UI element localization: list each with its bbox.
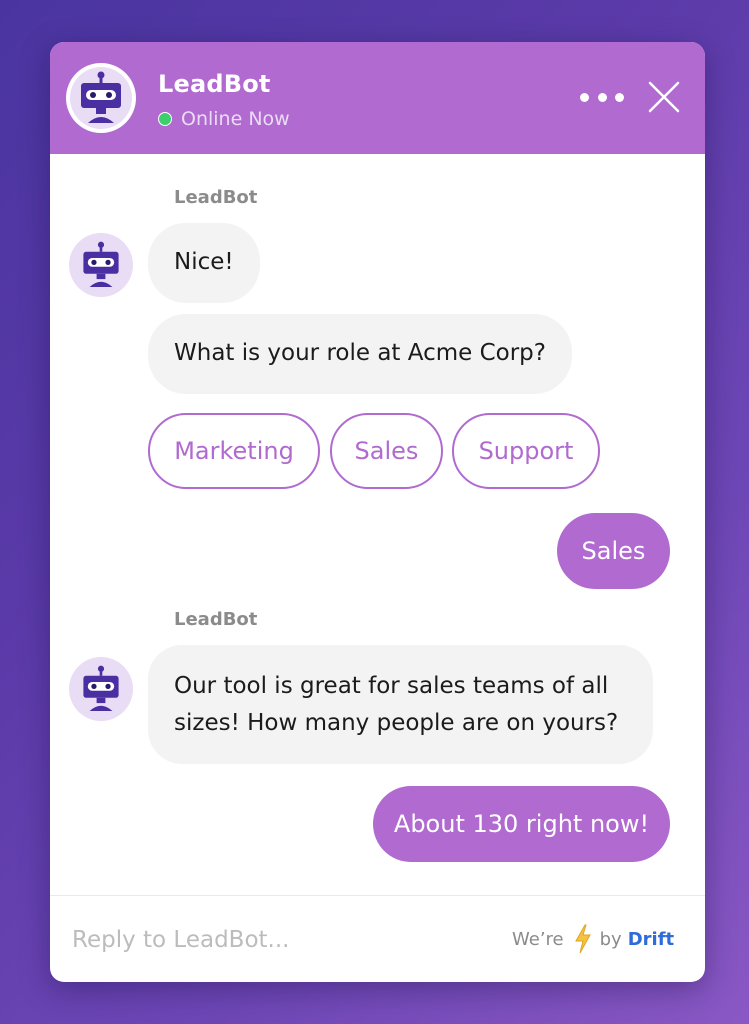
robot-icon bbox=[83, 241, 119, 287]
bot-avatar bbox=[69, 657, 133, 721]
user-message: Sales bbox=[557, 513, 670, 589]
reply-input[interactable] bbox=[72, 918, 492, 962]
online-dot-icon bbox=[158, 112, 172, 126]
online-status: Online Now bbox=[158, 108, 290, 130]
chat-widget: LeadBot Online Now LeadBot Nice! What is… bbox=[50, 42, 705, 982]
option-sales-button[interactable]: Sales bbox=[330, 413, 443, 489]
drift-branding-link[interactable]: We’re by Drift bbox=[512, 924, 674, 954]
more-options-button[interactable] bbox=[580, 84, 624, 110]
bot-message-line: sizes! How many people are on yours? bbox=[174, 710, 619, 736]
sender-label: LeadBot bbox=[174, 609, 258, 630]
chat-header: LeadBot Online Now bbox=[50, 42, 705, 154]
option-support-button[interactable]: Support bbox=[452, 413, 600, 489]
dot-icon bbox=[597, 92, 607, 102]
bot-message: Nice! bbox=[148, 223, 260, 303]
user-message: About 130 right now! bbox=[373, 786, 670, 862]
bot-avatar bbox=[69, 233, 133, 297]
branding-by: by bbox=[599, 928, 622, 950]
close-icon bbox=[648, 81, 680, 113]
close-button[interactable] bbox=[646, 79, 682, 115]
bot-message: Our tool is great for sales teams of all… bbox=[148, 645, 653, 764]
bot-message: What is your role at Acme Corp? bbox=[148, 314, 572, 394]
branding-name: Drift bbox=[627, 928, 675, 950]
dot-icon bbox=[615, 92, 624, 102]
lightning-bolt-icon bbox=[574, 924, 592, 954]
sender-label: LeadBot bbox=[174, 187, 258, 208]
robot-icon bbox=[81, 71, 121, 123]
option-marketing-button[interactable]: Marketing bbox=[148, 413, 320, 489]
dot-icon bbox=[580, 92, 589, 102]
status-text: Online Now bbox=[181, 108, 290, 130]
bot-name: LeadBot bbox=[158, 70, 271, 98]
branding-prefix: We’re bbox=[512, 928, 564, 950]
divider bbox=[50, 895, 705, 896]
bot-avatar bbox=[66, 63, 136, 133]
robot-icon bbox=[83, 665, 119, 711]
bot-message-line: Our tool is great for sales teams of all bbox=[174, 673, 609, 699]
